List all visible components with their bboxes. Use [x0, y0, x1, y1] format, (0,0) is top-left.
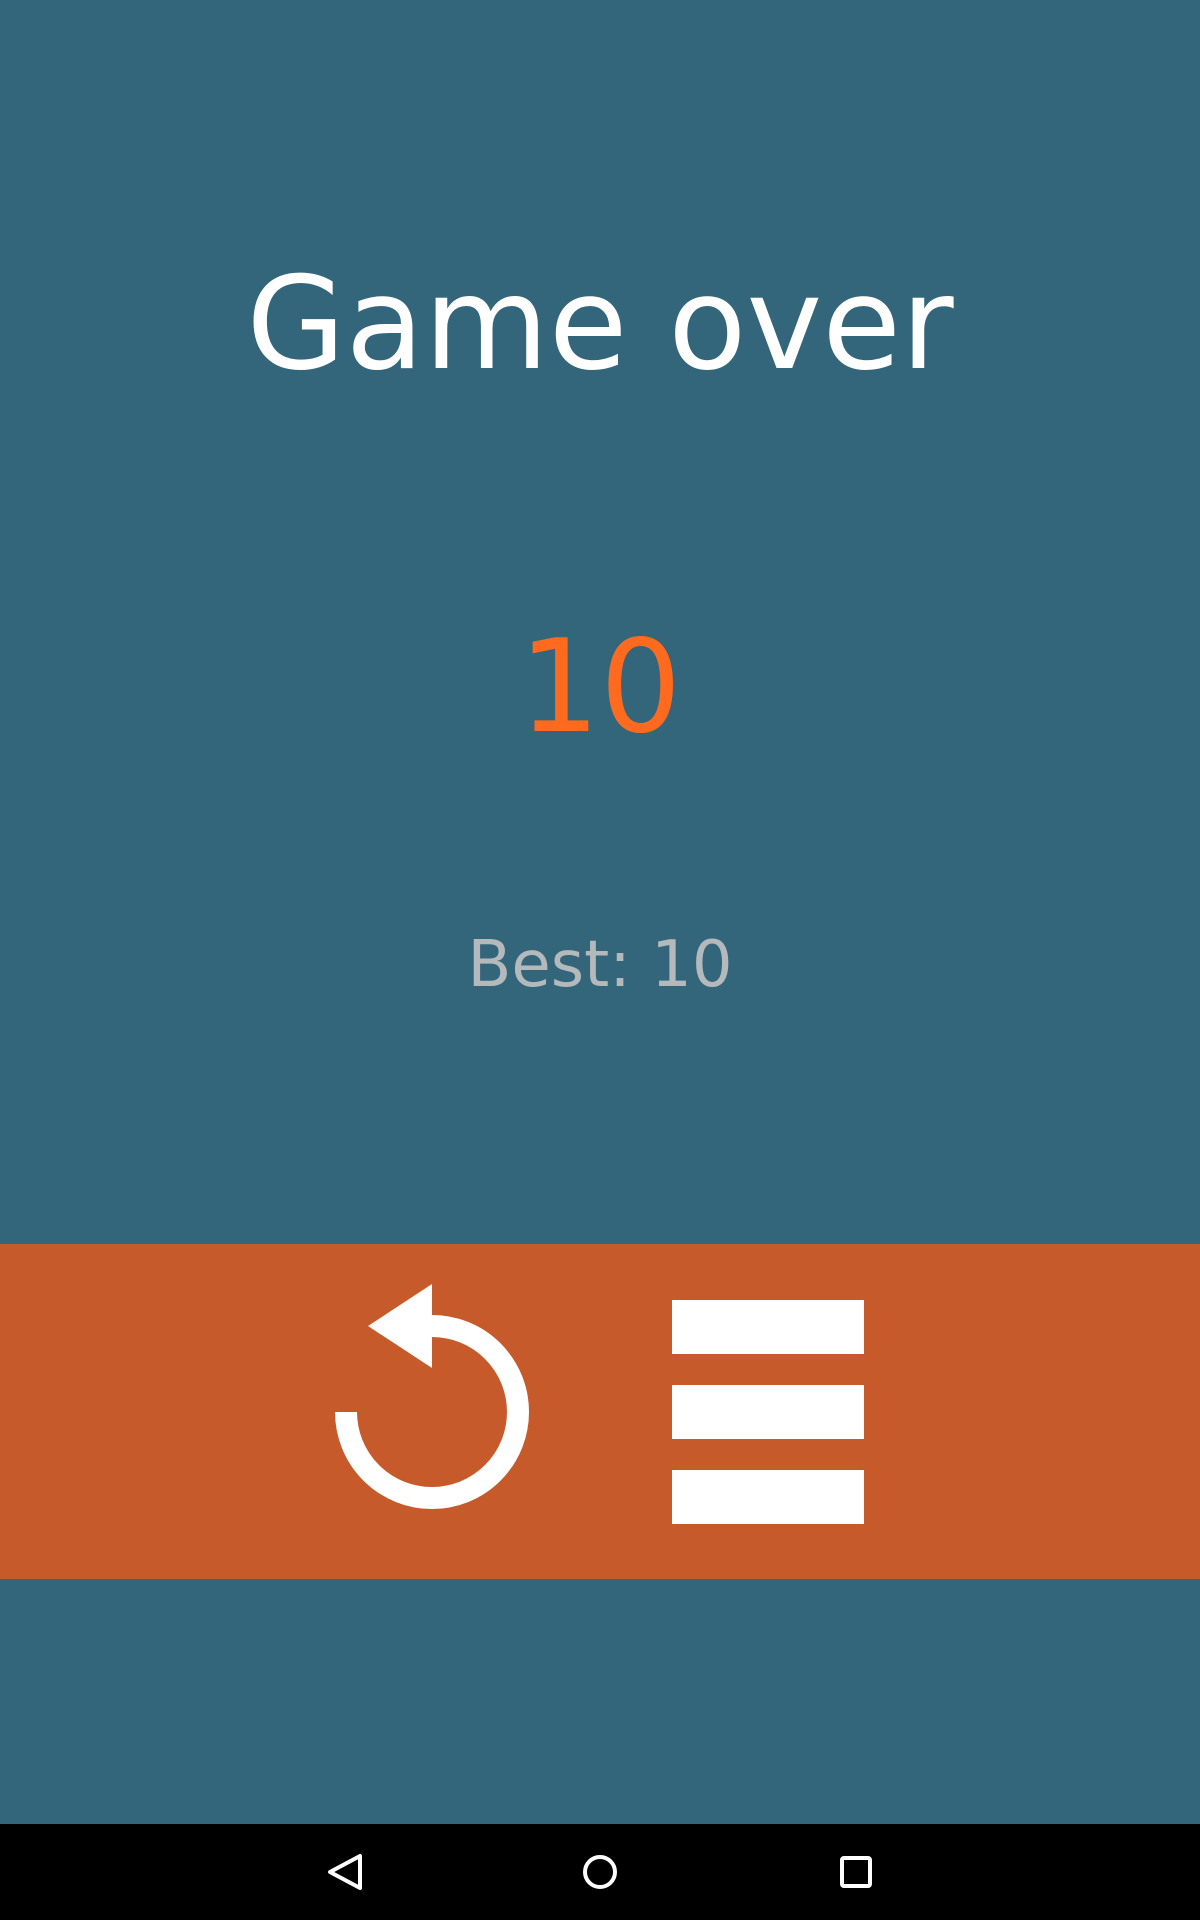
system-navigation-bar [0, 1824, 1200, 1920]
game-over-title: Game over [246, 250, 954, 399]
replay-icon [335, 1284, 529, 1509]
final-score: 10 [518, 613, 682, 762]
replay-button[interactable] [326, 1276, 536, 1516]
best-score: Best: 10 [467, 928, 733, 1002]
home-circle-icon [583, 1855, 617, 1889]
game-over-screen: Game over 10 Best: 10 [0, 0, 1200, 1824]
nav-back-button[interactable] [308, 1836, 380, 1908]
recent-apps-square-icon [840, 1856, 872, 1888]
back-triangle-icon [328, 1854, 362, 1890]
action-bar [0, 1244, 1200, 1579]
nav-home-button[interactable] [564, 1836, 636, 1908]
nav-recent-apps-button[interactable] [820, 1836, 892, 1908]
menu-icon [672, 1300, 864, 1524]
menu-button[interactable] [660, 1290, 870, 1530]
